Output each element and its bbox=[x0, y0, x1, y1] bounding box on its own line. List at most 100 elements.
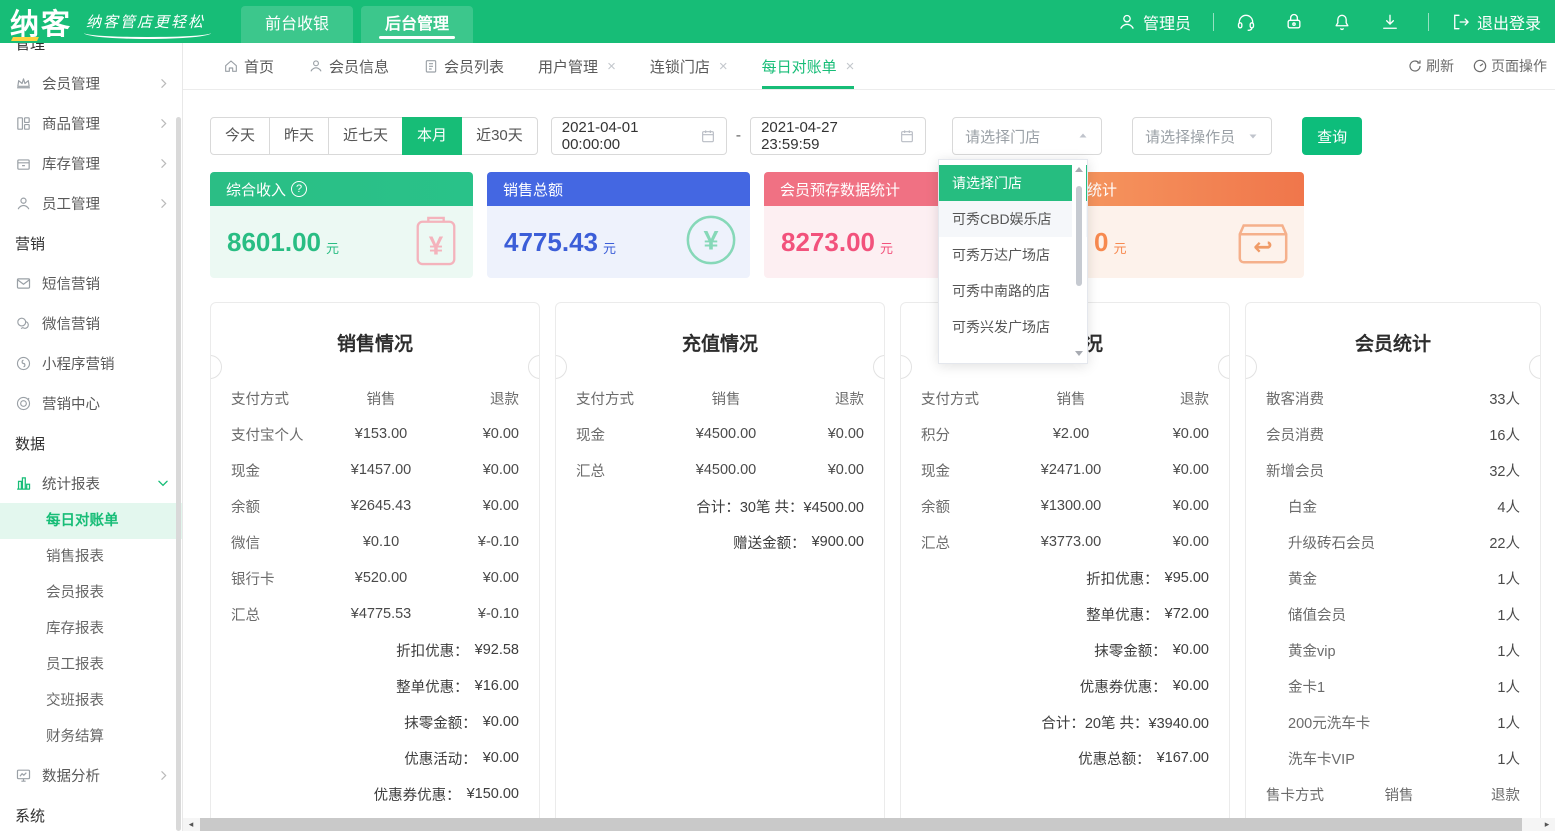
summary-row: 整单优惠：¥72.00 bbox=[921, 596, 1209, 632]
close-icon[interactable]: × bbox=[846, 58, 855, 75]
current-user[interactable]: 管理员 bbox=[1117, 10, 1191, 34]
ticket-notch bbox=[528, 355, 540, 379]
sidebar-item-营销中心[interactable]: 营销中心 bbox=[0, 383, 182, 423]
operator-select-placeholder: 请选择操作员 bbox=[1145, 126, 1235, 147]
close-icon[interactable]: × bbox=[607, 58, 616, 75]
card-title: 综合收入 bbox=[226, 179, 286, 200]
page-tab-会员列表[interactable]: 会员列表 bbox=[423, 43, 504, 89]
chevron-right-icon bbox=[157, 77, 170, 90]
page-tab-每日对账单[interactable]: 每日对账单 × bbox=[762, 43, 855, 89]
sidebar-subitem-会员报表[interactable]: 会员报表 bbox=[0, 575, 182, 611]
sidebar-subitem-交班报表[interactable]: 交班报表 bbox=[0, 683, 182, 719]
sidebar-section-营销: 营销 bbox=[0, 223, 182, 263]
chevron-right-icon bbox=[157, 117, 170, 130]
wechat-icon bbox=[15, 315, 32, 332]
sidebar-item-员工管理[interactable]: 员工管理 bbox=[0, 183, 182, 223]
lock-button[interactable] bbox=[1284, 12, 1310, 32]
date-start-input[interactable]: 2021-04-01 00:00:00 bbox=[551, 117, 727, 155]
date-start-value: 2021-04-01 00:00:00 bbox=[562, 119, 700, 153]
dropdown-option-可秀兴发广场店[interactable]: 可秀兴发广场店 bbox=[939, 309, 1087, 345]
logout-button[interactable]: 退出登录 bbox=[1451, 10, 1541, 34]
sidebar-subitem-财务结算[interactable]: 财务结算 bbox=[0, 719, 182, 755]
ticket-notch bbox=[900, 355, 912, 379]
scroll-left-icon[interactable]: ◂ bbox=[183, 818, 199, 831]
table-row: 余额¥2645.43¥0.00 bbox=[231, 488, 519, 524]
refresh-button[interactable]: 刷新 bbox=[1407, 56, 1454, 76]
tab-label: 会员列表 bbox=[444, 56, 504, 77]
crown-icon bbox=[15, 75, 32, 92]
page-tab-会员信息[interactable]: 会员信息 bbox=[308, 43, 389, 89]
summary-row: 整单优惠：¥16.00 bbox=[231, 668, 519, 704]
chevron-down-icon bbox=[156, 476, 170, 490]
page-tab-首页[interactable]: 首页 bbox=[223, 43, 274, 89]
svg-text:¥: ¥ bbox=[429, 230, 444, 260]
sidebar-subitem-库存报表[interactable]: 库存报表 bbox=[0, 611, 182, 647]
notifications-button[interactable] bbox=[1332, 12, 1358, 32]
support-button[interactable] bbox=[1236, 12, 1262, 32]
table-row: 银行卡¥520.00¥0.00 bbox=[231, 560, 519, 596]
range-button-近30天[interactable]: 近30天 bbox=[461, 117, 538, 155]
dropdown-option-可秀CBD娱乐店[interactable]: 可秀CBD娱乐店 bbox=[939, 201, 1087, 237]
sidebar-subitem-每日对账单[interactable]: 每日对账单 bbox=[0, 503, 182, 539]
summary-card: 销售总额 4775.43 元 ¥ bbox=[487, 172, 750, 278]
scrollbar-thumb[interactable] bbox=[1076, 186, 1082, 286]
calendar-icon bbox=[899, 128, 915, 144]
box-return-icon: ↩ bbox=[1234, 213, 1292, 267]
sidebar-item-微信营销[interactable]: 微信营销 bbox=[0, 303, 182, 343]
dropdown-option-可秀万达广场店[interactable]: 可秀万达广场店 bbox=[939, 237, 1087, 273]
filter-bar: 今天昨天近七天本月近30天 2021-04-01 00:00:00 - 2021… bbox=[210, 117, 1541, 155]
table-row: 现金¥4500.00¥0.00 bbox=[576, 416, 864, 452]
ticket-notch bbox=[210, 355, 222, 379]
sidebar-item-商品管理[interactable]: 商品管理 bbox=[0, 103, 182, 143]
sidebar-subitem-销售报表[interactable]: 销售报表 bbox=[0, 539, 182, 575]
page-actions-button[interactable]: 页面操作 bbox=[1472, 56, 1547, 76]
scrollbar-thumb[interactable] bbox=[200, 818, 1522, 831]
sidebar-subitem-员工报表[interactable]: 员工报表 bbox=[0, 647, 182, 683]
sidebar-item-会员管理[interactable]: 会员管理 bbox=[0, 63, 182, 103]
app-logo: 纳客 纳客管店更轻松 bbox=[0, 1, 205, 43]
dropdown-option-可秀中南路的店[interactable]: 可秀中南路的店 bbox=[939, 273, 1087, 309]
mail-icon bbox=[15, 275, 32, 292]
scroll-down-icon[interactable] bbox=[1075, 351, 1083, 356]
dropdown-option-请选择门店[interactable]: 请选择门店 bbox=[939, 165, 1087, 201]
card-title: 销售总额 bbox=[503, 179, 563, 200]
stat-row: 黄金1人 bbox=[1266, 560, 1520, 596]
logout-icon bbox=[1451, 12, 1471, 32]
sidebar-scrollbar[interactable] bbox=[176, 117, 181, 831]
query-button[interactable]: 查询 bbox=[1302, 117, 1362, 155]
scroll-up-icon[interactable] bbox=[1075, 167, 1083, 172]
dropdown-scrollbar[interactable] bbox=[1072, 161, 1086, 362]
panel-recharge: 充值情况 支付方式销售退款现金¥4500.00¥0.00汇总¥4500.00¥0… bbox=[555, 302, 885, 818]
store-select[interactable]: 请选择门店 bbox=[952, 117, 1102, 155]
summary-row: 赠送金额：¥900.00 bbox=[576, 524, 864, 560]
scroll-right-icon[interactable]: ▸ bbox=[1539, 818, 1555, 831]
range-button-本月[interactable]: 本月 bbox=[402, 117, 462, 155]
date-end-input[interactable]: 2021-04-27 23:59:59 bbox=[750, 117, 926, 155]
help-icon[interactable]: ? bbox=[291, 181, 307, 197]
tab-label: 每日对账单 bbox=[762, 56, 837, 77]
operator-select[interactable]: 请选择操作员 bbox=[1132, 117, 1272, 155]
range-button-今天[interactable]: 今天 bbox=[210, 117, 270, 155]
sidebar-item-库存管理[interactable]: 库存管理 bbox=[0, 143, 182, 183]
sidebar-item-短信营销[interactable]: 短信营销 bbox=[0, 263, 182, 303]
divider bbox=[1428, 13, 1429, 31]
range-button-近七天[interactable]: 近七天 bbox=[328, 117, 403, 155]
stat-row: 黄金vip1人 bbox=[1266, 632, 1520, 668]
sidebar-item-小程序营销[interactable]: 小程序营销 bbox=[0, 343, 182, 383]
mode-tab-前台收银[interactable]: 前台收银 bbox=[241, 6, 353, 43]
range-button-昨天[interactable]: 昨天 bbox=[269, 117, 329, 155]
target-icon bbox=[15, 395, 32, 412]
user-icon bbox=[308, 58, 324, 74]
sidebar-item-数据分析[interactable]: 数据分析 bbox=[0, 755, 182, 795]
svg-text:↩: ↩ bbox=[1253, 234, 1272, 260]
mode-tab-后台管理[interactable]: 后台管理 bbox=[361, 6, 473, 43]
horizontal-scrollbar[interactable]: ◂ ▸ bbox=[183, 818, 1555, 831]
page-actions-label: 页面操作 bbox=[1491, 56, 1547, 76]
close-icon[interactable]: × bbox=[719, 58, 728, 75]
sidebar-item-统计报表[interactable]: 统计报表 bbox=[0, 463, 182, 503]
download-button[interactable] bbox=[1380, 12, 1406, 32]
card-title: 会员预存数据统计 bbox=[780, 179, 900, 200]
page-tab-连锁门店[interactable]: 连锁门店× bbox=[650, 43, 728, 89]
page-tab-用户管理[interactable]: 用户管理× bbox=[538, 43, 616, 89]
table-row: 支付方式销售退款 bbox=[576, 380, 864, 416]
